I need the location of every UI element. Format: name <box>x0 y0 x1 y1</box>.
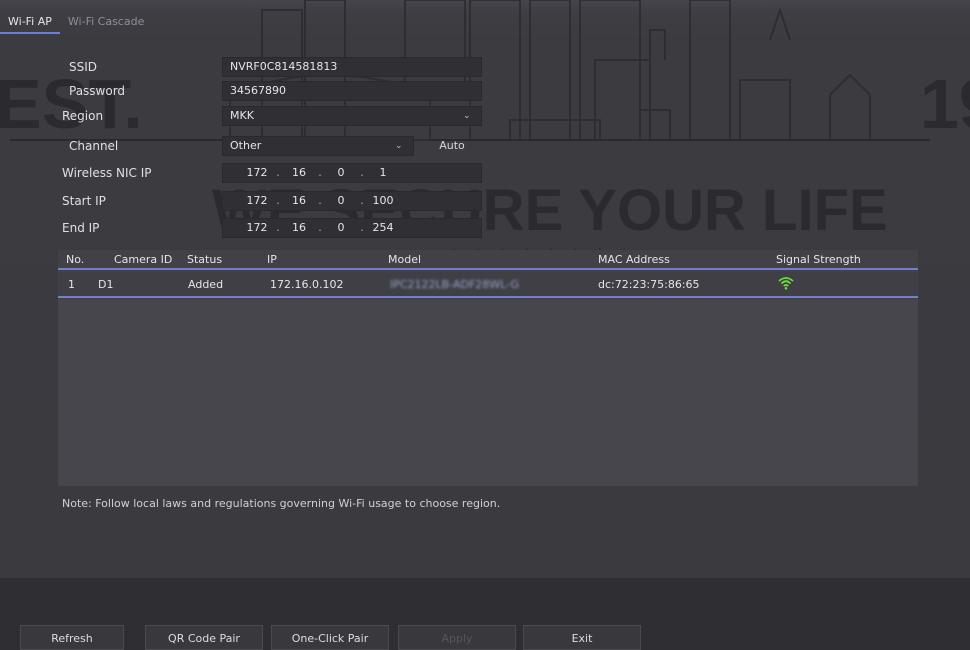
chevron-down-icon: ⌄ <box>463 111 471 121</box>
start-ip-row: Start IP 172. 16. 0. 100 <box>0 191 970 211</box>
ip-octet: 0 <box>337 194 345 207</box>
channel-row: Channel Other ⌄ Auto <box>0 136 970 156</box>
qr-code-pair-button[interactable]: QR Code Pair <box>145 625 263 650</box>
chevron-down-icon: ⌄ <box>395 141 403 151</box>
end-ip-label: End IP <box>62 221 100 235</box>
column-header-status[interactable]: Status <box>187 252 222 268</box>
auto-button[interactable]: Auto <box>424 136 480 156</box>
table-header: No. Camera ID Status IP Model MAC Addres… <box>58 250 918 270</box>
cell-no: 1 <box>68 278 75 291</box>
region-value: MKK <box>230 109 254 122</box>
channel-label: Channel <box>69 139 119 153</box>
tab-bar: Wi-Fi AP Wi-Fi Cascade <box>0 12 152 34</box>
wifi-ap-window: EST. 19 WE SECURE YOUR LIFE ★ ★ ★ ★ ★ ★ … <box>0 0 970 650</box>
start-ip-field[interactable]: 172. 16. 0. 100 <box>222 191 482 211</box>
end-ip-field[interactable]: 172. 16. 0. 254 <box>222 218 482 238</box>
table-empty-area <box>58 300 918 486</box>
region-row: Region MKK ⌄ <box>0 106 970 126</box>
ip-octet: 0 <box>337 221 345 234</box>
one-click-pair-button[interactable]: One-Click Pair <box>271 625 389 650</box>
password-label: Password <box>69 84 126 98</box>
apply-button[interactable]: Apply <box>398 625 516 650</box>
ip-octet: 16 <box>292 194 306 207</box>
column-header-ip[interactable]: IP <box>267 252 277 268</box>
ip-octet: 100 <box>372 194 394 207</box>
wifi-signal-icon <box>778 276 794 295</box>
ssid-row: SSID NVRF0C814581813 <box>0 57 970 77</box>
cell-camera-id: D1 <box>98 278 114 291</box>
ip-octet: 172 <box>246 194 268 207</box>
cell-mac-address: dc:72:23:75:86:65 <box>598 278 700 291</box>
ip-octet: 16 <box>292 166 306 179</box>
ip-octet: 1 <box>379 166 387 179</box>
column-header-no: No. <box>66 253 85 266</box>
cell-status: Added <box>188 278 224 291</box>
table-row[interactable]: 1 D1 Added 172.16.0.102 IPC2122LB-ADF28W… <box>58 272 918 298</box>
exit-button[interactable]: Exit <box>523 625 641 650</box>
wireless-nic-ip-row: Wireless NIC IP 172. 16. 0. 1 <box>0 163 970 183</box>
cell-model: IPC2122LB-ADF28WL-G <box>390 278 519 291</box>
password-row: Password 34567890 <box>0 81 970 101</box>
column-header-mac-address[interactable]: MAC Address <box>598 252 670 268</box>
wireless-nic-ip-field[interactable]: 172. 16. 0. 1 <box>222 163 482 183</box>
column-header-model[interactable]: Model <box>388 252 421 268</box>
refresh-button[interactable]: Refresh <box>20 625 124 650</box>
ip-octet: 16 <box>292 221 306 234</box>
channel-value: Other <box>230 139 262 152</box>
start-ip-label: Start IP <box>62 194 106 208</box>
column-header-signal-strength[interactable]: Signal Strength <box>776 252 861 268</box>
region-label: Region <box>62 109 104 123</box>
password-field[interactable]: 34567890 <box>222 81 482 101</box>
ip-octet: 254 <box>372 221 394 234</box>
cell-ip: 172.16.0.102 <box>270 278 344 291</box>
channel-select[interactable]: Other ⌄ <box>222 136 414 156</box>
tab-wifi-cascade[interactable]: Wi-Fi Cascade <box>60 12 152 34</box>
ip-octet: 172 <box>246 166 268 179</box>
region-note: Note: Follow local laws and regulations … <box>62 497 501 510</box>
ssid-label: SSID <box>69 60 98 74</box>
end-ip-row: End IP 172. 16. 0. 254 <box>0 218 970 238</box>
ssid-field[interactable]: NVRF0C814581813 <box>222 57 482 77</box>
camera-table: No. Camera ID Status IP Model MAC Addres… <box>58 250 918 486</box>
ip-octet: 172 <box>246 221 268 234</box>
column-header-camera-id[interactable]: Camera ID <box>114 252 172 268</box>
wireless-nic-ip-label: Wireless NIC IP <box>62 166 152 180</box>
tab-wifi-ap[interactable]: Wi-Fi AP <box>0 12 60 34</box>
region-select[interactable]: MKK ⌄ <box>222 106 482 126</box>
ip-octet: 0 <box>337 166 345 179</box>
